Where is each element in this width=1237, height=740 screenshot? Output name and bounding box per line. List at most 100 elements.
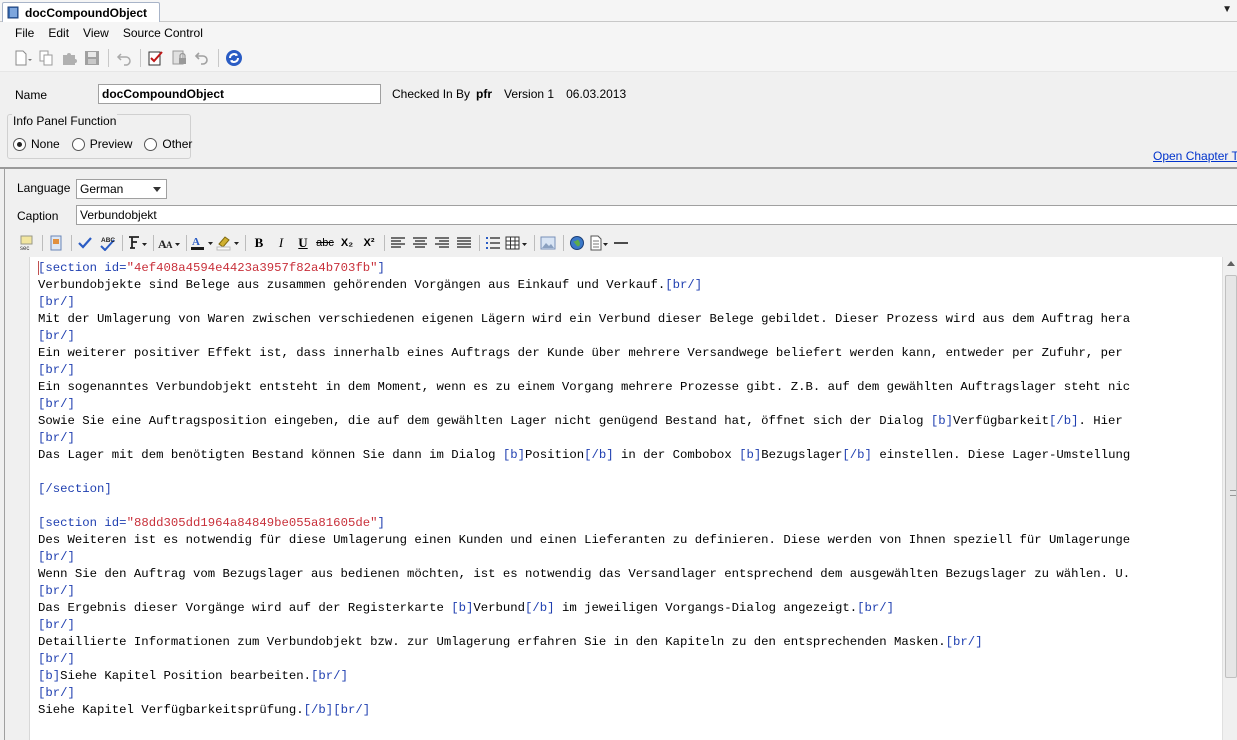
code-line[interactable]: Detaillierte Informationen zum Verbundob…: [38, 634, 1223, 651]
font-size-icon: A A: [158, 237, 180, 251]
markup-editor[interactable]: [section id="4ef408a4594e4423a3957f82a4b…: [29, 257, 1237, 740]
vertical-scrollbar[interactable]: [1222, 257, 1237, 740]
align-center-icon: [413, 237, 427, 248]
underline-button[interactable]: U: [293, 232, 313, 254]
name-input[interactable]: [98, 84, 381, 104]
italic-button[interactable]: I: [271, 232, 291, 254]
caption-input[interactable]: [76, 205, 1237, 225]
radio-none-indicator[interactable]: [13, 137, 26, 151]
code-line[interactable]: Das Lager mit dem benötigten Bestand kön…: [38, 447, 1223, 464]
spell-check-button[interactable]: ABC: [97, 232, 117, 254]
globe-link-icon: [570, 236, 584, 250]
font-family-button[interactable]: [126, 232, 148, 254]
preview-button[interactable]: [46, 232, 66, 254]
code-line[interactable]: [br/]: [38, 430, 1223, 447]
undo-checkout-button[interactable]: [191, 47, 213, 69]
code-line[interactable]: Das Ergebnis dieser Vorgänge wird auf de…: [38, 600, 1223, 617]
bullet-list-button[interactable]: [483, 232, 503, 254]
code-line[interactable]: [b]Siehe Kapitel Position bearbeiten.[br…: [38, 668, 1223, 685]
insert-image-button[interactable]: [538, 232, 558, 254]
font-size-button[interactable]: A A: [157, 232, 181, 254]
code-line[interactable]: [br/]: [38, 583, 1223, 600]
bold-button[interactable]: B: [249, 232, 269, 254]
scroll-up-icon[interactable]: [1227, 261, 1235, 266]
menu-edit[interactable]: Edit: [41, 24, 76, 42]
code-line[interactable]: [38, 464, 1223, 481]
code-line[interactable]: [br/]: [38, 396, 1223, 413]
code-line[interactable]: [br/]: [38, 328, 1223, 345]
language-select[interactable]: German: [76, 179, 167, 199]
info-panel-radio-row: None Preview Other: [13, 137, 204, 151]
menu-file[interactable]: File: [8, 24, 41, 42]
validate-button[interactable]: [75, 232, 95, 254]
code-line[interactable]: Des Weiteren ist es notwendig für diese …: [38, 532, 1223, 549]
undo-checkout-icon: [194, 51, 208, 65]
svg-text:sec: sec: [20, 246, 29, 251]
align-left-button[interactable]: [388, 232, 408, 254]
check-in-button[interactable]: [145, 47, 167, 69]
font-color-button[interactable]: A: [190, 232, 214, 254]
insert-link-button[interactable]: [567, 232, 587, 254]
image-icon: [540, 236, 556, 250]
section-icon: sec: [20, 235, 33, 251]
superscript-button[interactable]: X²: [359, 232, 379, 254]
code-line[interactable]: [/section]: [38, 481, 1223, 498]
menu-view[interactable]: View: [76, 24, 116, 42]
new-document-icon: [15, 50, 32, 65]
menu-source-control[interactable]: Source Control: [116, 24, 210, 42]
insert-section-button[interactable]: sec: [17, 232, 37, 254]
puzzle-button[interactable]: [58, 47, 80, 69]
document-tab[interactable]: docCompoundObject: [2, 2, 160, 22]
code-line[interactable]: Verbundobjekte sind Belege aus zusammen …: [38, 277, 1223, 294]
code-line[interactable]: Mit der Umlagerung von Waren zwischen ve…: [38, 311, 1223, 328]
code-line[interactable]: [br/]: [38, 362, 1223, 379]
toolbar-separator: [563, 235, 564, 251]
radio-other[interactable]: Other: [144, 137, 192, 151]
code-line[interactable]: [br/]: [38, 685, 1223, 702]
code-line[interactable]: Ein sogenanntes Verbundobjekt entsteht i…: [38, 379, 1223, 396]
font-family-icon: [129, 236, 147, 249]
copy-button[interactable]: [35, 47, 57, 69]
align-justify-button[interactable]: [454, 232, 474, 254]
table-button[interactable]: [505, 232, 529, 254]
align-center-button[interactable]: [410, 232, 430, 254]
refresh-button[interactable]: [223, 47, 245, 69]
toolbar-separator: [186, 235, 187, 251]
check-out-button[interactable]: [168, 47, 190, 69]
code-line[interactable]: Siehe Kapitel Verfügbarkeitsprüfung.[/b]…: [38, 702, 1223, 719]
code-line[interactable]: Sowie Sie eine Auftragsposition eingeben…: [38, 413, 1223, 430]
radio-preview[interactable]: Preview: [71, 137, 132, 151]
insert-document-button[interactable]: [589, 232, 609, 254]
checkin-date: 06.03.2013: [566, 87, 627, 101]
code-line[interactable]: Wenn Sie den Auftrag vom Bezugslager aus…: [38, 566, 1223, 583]
undo-button[interactable]: [113, 47, 135, 69]
code-line[interactable]: [br/]: [38, 617, 1223, 634]
new-document-button[interactable]: [12, 47, 34, 69]
code-line[interactable]: Ein weiterer positiver Effekt ist, dass …: [38, 345, 1223, 362]
align-right-button[interactable]: [432, 232, 452, 254]
highlight-color-button[interactable]: [216, 232, 240, 254]
open-chapter-tree-link[interactable]: Open Chapter Tre: [1153, 149, 1237, 163]
code-line[interactable]: [br/]: [38, 294, 1223, 311]
checked-in-user: pfr: [476, 87, 493, 101]
horizontal-rule-button[interactable]: [611, 232, 631, 254]
subscript-button[interactable]: X₂: [337, 232, 357, 254]
save-button[interactable]: [81, 47, 103, 69]
scrollbar-thumb[interactable]: [1225, 275, 1237, 678]
code-line[interactable]: [section id="4ef408a4594e4423a3957f82a4b…: [38, 260, 1223, 277]
refresh-sync-icon: [226, 49, 242, 66]
code-line[interactable]: [br/]: [38, 651, 1223, 668]
code-line[interactable]: [br/]: [38, 549, 1223, 566]
radio-none[interactable]: None: [13, 137, 60, 151]
markup-code[interactable]: [section id="4ef408a4594e4423a3957f82a4b…: [38, 260, 1223, 719]
code-line[interactable]: [38, 498, 1223, 515]
puzzle-icon: [63, 52, 77, 65]
code-line[interactable]: [section id="88dd305dd1964a84849be055a81…: [38, 515, 1223, 532]
tab-list-dropdown-icon[interactable]: ▼: [1222, 4, 1232, 15]
toolbar-separator: [384, 235, 385, 251]
document-insert-icon: [590, 235, 608, 251]
strikethrough-button[interactable]: abc: [315, 232, 335, 254]
page-preview-icon: [50, 235, 62, 251]
radio-preview-indicator[interactable]: [71, 137, 85, 151]
radio-other-indicator[interactable]: [144, 137, 158, 151]
